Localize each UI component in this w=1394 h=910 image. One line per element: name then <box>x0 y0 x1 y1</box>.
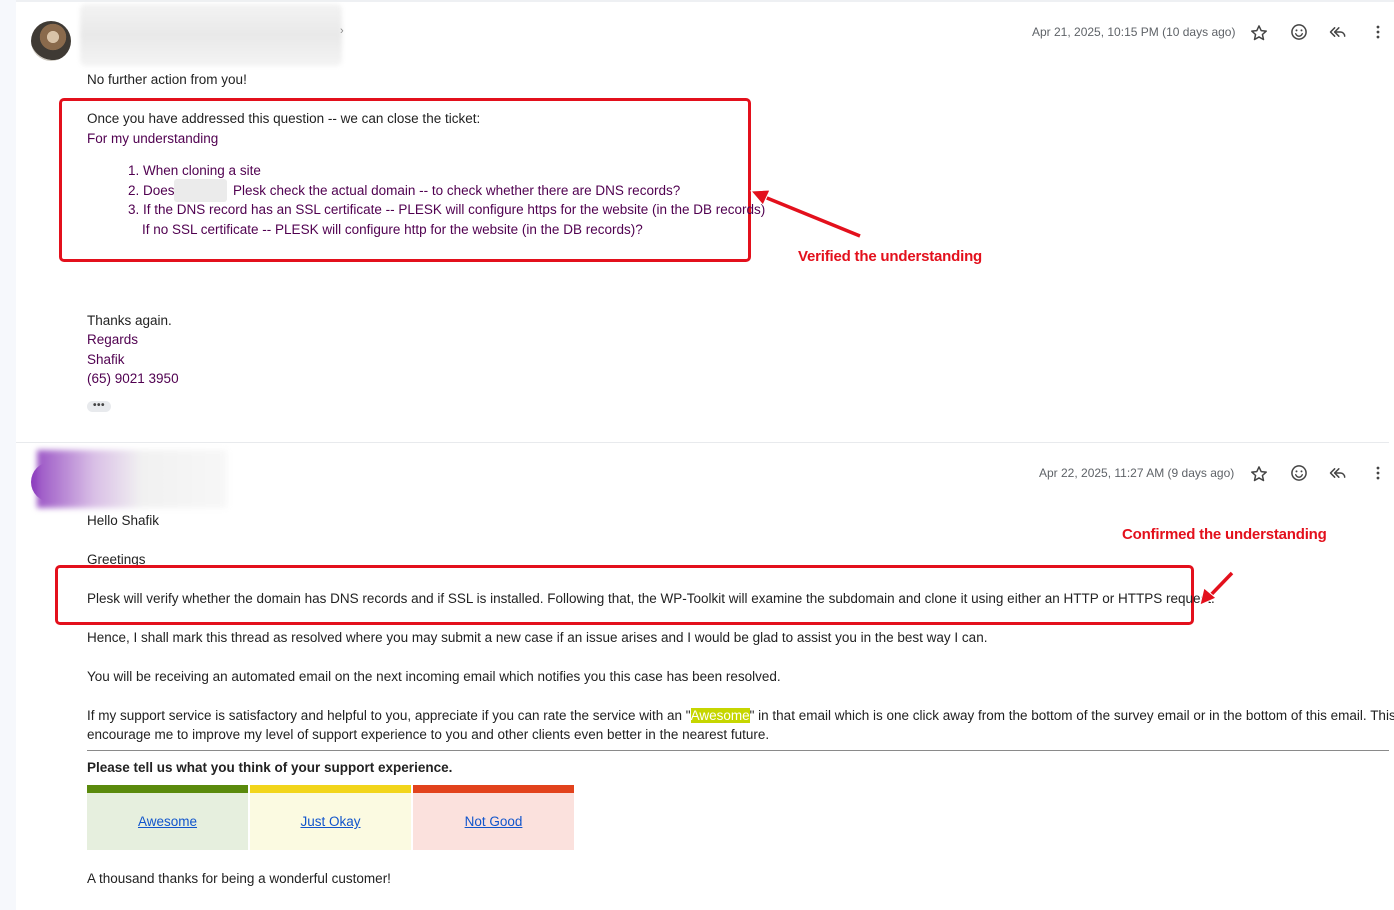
body-line: Once you have addressed this question --… <box>87 111 481 126</box>
more-vert-icon[interactable] <box>1366 20 1390 44</box>
list-item: 2. Does <box>128 183 175 198</box>
sender-avatar[interactable] <box>31 21 71 61</box>
list-item: If no SSL certificate -- PLESK will conf… <box>142 222 643 237</box>
rate-text-end: " in that email which is one click away … <box>749 708 1394 723</box>
body-line: For my understanding <box>87 131 219 146</box>
annotation-arrow <box>749 189 862 239</box>
annotation-label-confirmed: Confirmed the understanding <box>1122 526 1327 543</box>
sender-name-redacted <box>80 4 342 66</box>
body-line: Plesk will verify whether the domain has… <box>87 591 1215 606</box>
survey-option-awesome[interactable]: Awesome <box>87 785 248 850</box>
emoji-icon[interactable] <box>1287 461 1311 485</box>
body-line: Thanks again. <box>87 313 172 328</box>
survey-link-not-good[interactable]: Not Good <box>413 814 574 829</box>
redacted-text <box>174 179 227 202</box>
sender-details-chevron[interactable]: › <box>340 25 344 37</box>
survey-link-just-okay[interactable]: Just Okay <box>250 814 411 829</box>
reply-all-icon[interactable] <box>1326 20 1350 44</box>
sender-name-redacted <box>37 450 227 508</box>
body-line: A thousand thanks for being a wonderful … <box>87 871 391 886</box>
left-gutter <box>0 0 16 910</box>
reply-all-icon[interactable] <box>1326 461 1350 485</box>
horizontal-rule <box>87 750 1389 751</box>
survey-option-not-good[interactable]: Not Good <box>413 785 574 850</box>
body-line: encourage me to improve my level of supp… <box>87 727 770 742</box>
survey-title: Please tell us what you think of your su… <box>87 760 453 775</box>
survey-color-bar <box>250 785 411 793</box>
signature-name: Shafik <box>87 352 125 367</box>
show-trimmed-content-button[interactable]: ••• <box>87 401 111 412</box>
body-line: No further action from you! <box>87 72 247 87</box>
message-date[interactable]: Apr 22, 2025, 11:27 AM (9 days ago) <box>1039 466 1234 480</box>
list-item: 3. If the DNS record has an SSL certific… <box>128 202 766 217</box>
list-item: 1. When cloning a site <box>128 163 261 178</box>
signature-phone: (65) 9021 3950 <box>87 371 179 386</box>
survey-color-bar <box>413 785 574 793</box>
signature-line: Regards <box>87 332 139 347</box>
list-item: Plesk check the actual domain -- to chec… <box>233 183 681 198</box>
message-divider <box>16 442 1389 443</box>
message-date[interactable]: Apr 21, 2025, 10:15 PM (10 days ago) <box>1032 25 1235 39</box>
body-line: You will be receiving an automated email… <box>87 669 781 684</box>
body-line: If my support service is satisfactory an… <box>87 706 1394 726</box>
star-icon[interactable] <box>1247 462 1271 486</box>
survey-option-just-okay[interactable]: Just Okay <box>250 785 411 850</box>
body-line: Hence, I shall mark this thread as resol… <box>87 630 988 645</box>
more-vert-icon[interactable] <box>1366 461 1390 485</box>
annotation-label-verified: Verified the understanding <box>798 248 982 265</box>
body-line: Hello Shafik <box>87 513 160 528</box>
rate-text-start: If my support service is satisfactory an… <box>87 708 691 723</box>
survey-link-awesome[interactable]: Awesome <box>87 814 248 829</box>
awesome-highlight: Awesome <box>690 708 750 723</box>
emoji-icon[interactable] <box>1287 20 1311 44</box>
star-icon[interactable] <box>1247 21 1271 45</box>
annotation-arrow <box>1199 570 1235 606</box>
survey-color-bar <box>87 785 248 793</box>
top-divider <box>16 0 1394 2</box>
